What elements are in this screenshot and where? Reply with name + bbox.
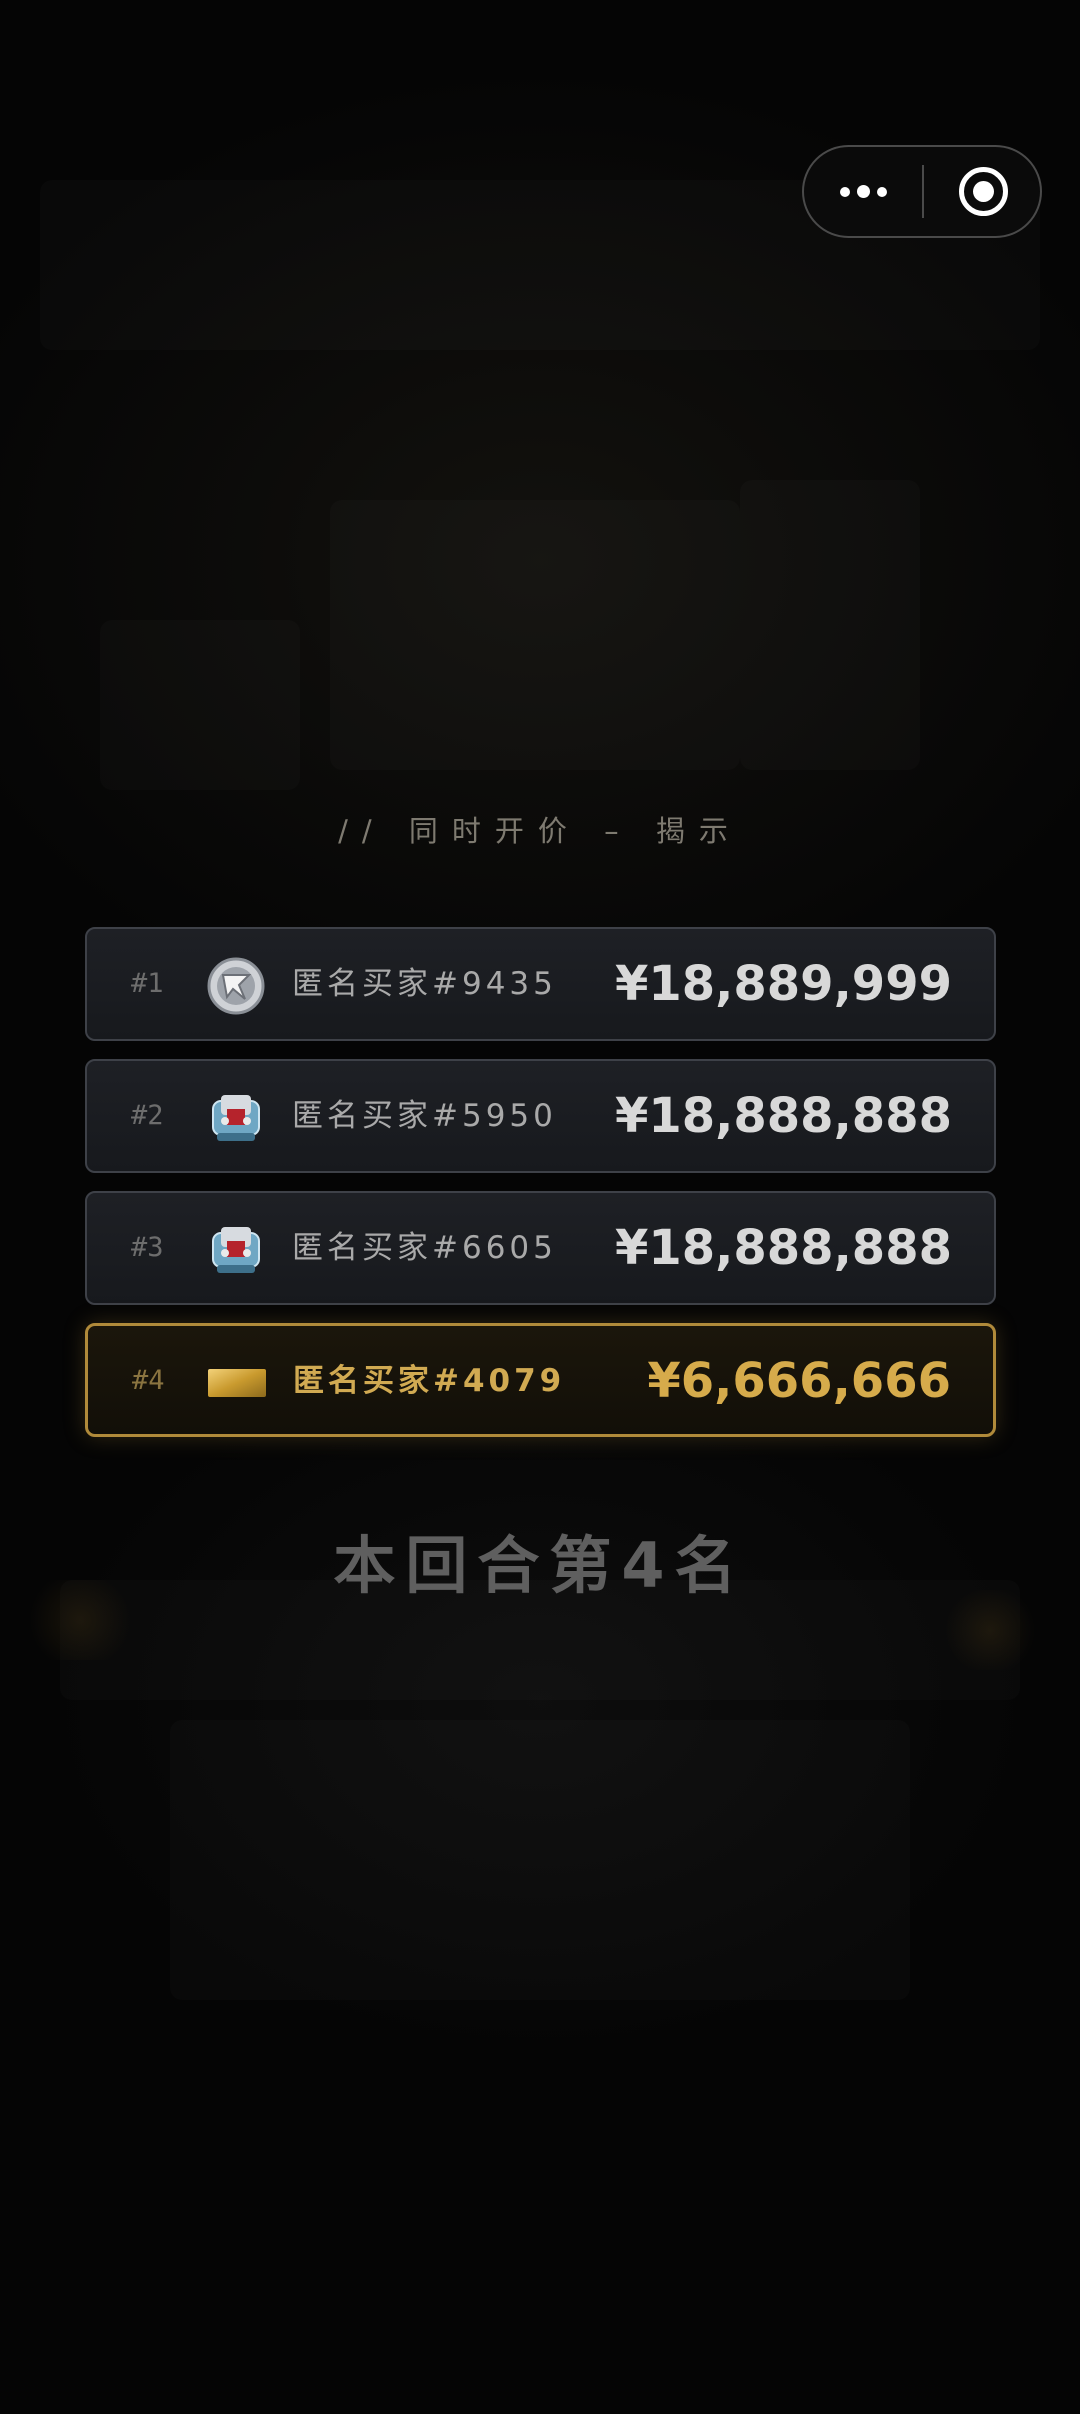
robot-avatar-icon [212,1227,260,1273]
more-dots-icon[interactable] [804,147,922,236]
bid-row: #2 匿名买家#5950 ¥18,888,888 [85,1059,996,1173]
record-circle-icon[interactable] [959,167,1008,216]
rank-label: #2 [131,1100,164,1131]
reveal-subtitle: // 同时开价 – 揭示 [338,814,742,848]
bid-price: ¥6,666,666 [647,1353,951,1409]
bid-row-current-user: #4 匿名买家#4079 ¥6,666,666 [85,1323,996,1437]
bid-row: #1 匿名买家#9435 ¥18,889,999 [85,927,996,1041]
buyer-name: 匿名买家#9435 [292,966,557,1002]
background-shape [740,480,920,770]
rank-label: #3 [131,1232,164,1263]
dot [876,186,887,197]
background-shape [100,620,300,790]
background-shape [170,1720,910,2000]
bid-price: ¥18,888,888 [614,1088,952,1144]
gold-bar-avatar-icon [208,1369,266,1397]
rank-label: #4 [132,1365,165,1396]
mini-program-capsule [802,145,1042,238]
bid-price: ¥18,889,999 [614,956,952,1012]
dot [856,185,870,198]
bid-row: #3 匿名买家#6605 ¥18,888,888 [85,1191,996,1305]
round-result-text: 本回合第4名 [333,1529,747,1602]
buyer-name: 匿名买家#5950 [292,1098,557,1134]
capsule-divider [922,165,924,218]
emblem-avatar-icon [207,957,265,1015]
bid-ranking-list: #1 匿名买家#9435 ¥18,889,999 #2 匿名买家#5950 ¥1… [85,927,996,1455]
background-shape [330,500,740,770]
rank-label: #1 [131,968,164,999]
robot-avatar-icon [212,1095,260,1141]
dot [839,186,850,197]
bid-price: ¥18,888,888 [614,1220,952,1276]
buyer-name: 匿名买家#6605 [292,1230,557,1266]
buyer-name: 匿名买家#4079 [293,1363,566,1399]
screen: // 同时开价 – 揭示 #1 匿名买家#9435 ¥18,889,999 #2 [0,0,1080,2414]
